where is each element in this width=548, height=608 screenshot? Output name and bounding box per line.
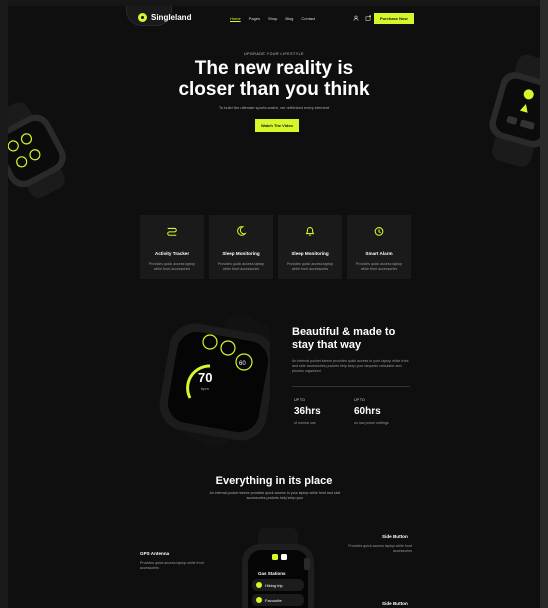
- watch-unit: bpm: [201, 386, 209, 391]
- watch-item-1: Hiking trip: [265, 583, 284, 588]
- feature-card-sleep: Sleep Monitoring Provides quick access l…: [209, 215, 273, 279]
- gps-antenna-desc: Provides quick access laptop while front…: [140, 561, 204, 570]
- feature-desc: Provides quick access laptop while front…: [286, 262, 334, 271]
- side-button-title-2: Side Button: [382, 601, 408, 606]
- nav-item-shop[interactable]: Shop: [268, 16, 277, 21]
- beautiful-title: Beautiful & made to stay that way: [292, 326, 422, 352]
- beautiful-text: An internal pocket sleeve provides quick…: [292, 359, 409, 373]
- feature-desc: Provides quick access laptop while front…: [355, 262, 403, 271]
- logo-text: Singleland: [151, 13, 192, 22]
- window-frame-left: [0, 0, 8, 608]
- feature-card-activity: Activity Tracker Provides quick access l…: [140, 215, 204, 279]
- stat-desc: of normal use: [294, 421, 316, 425]
- window-frame-right: [540, 0, 548, 608]
- alarm-clock-icon: [374, 227, 384, 236]
- feature-title: Sleep Monitoring: [291, 251, 329, 256]
- stat-value: 60hrs: [354, 406, 381, 417]
- smartwatch-image-main: 70 bpm 60: [159, 314, 270, 448]
- feature-desc: Provides quick access laptop while front…: [217, 262, 265, 271]
- header-icons: [353, 15, 371, 21]
- feature-title: Smart Alarm: [365, 251, 393, 256]
- nav-item-pages[interactable]: Pages: [249, 16, 260, 21]
- logo-icon: [138, 13, 147, 22]
- nav-item-contact[interactable]: Contact: [301, 16, 315, 21]
- site-logo[interactable]: Singleland: [138, 13, 191, 22]
- everything-title: Everything in its place: [215, 475, 333, 487]
- nav-item-blog[interactable]: Blog: [285, 16, 293, 21]
- divider: [292, 386, 410, 387]
- side-button-title: Side Button: [382, 534, 408, 539]
- beautiful-title-line-1: Beautiful & made to: [292, 326, 396, 338]
- stat-low-power: UP TO 60hrs on low power settings: [354, 398, 389, 425]
- everything-subtitle: An internal pocket sleeve provides quick…: [209, 491, 341, 500]
- feature-title: Sleep Monitoring: [222, 251, 260, 256]
- stat-label: UP TO: [354, 398, 365, 402]
- smartwatch-image-bottom: Gas Stations Hiking trip Favourite: [242, 528, 314, 608]
- hero-eyebrow: UPGRADE YOUR LIFESTYLE: [243, 52, 305, 56]
- stat-desc: on low power settings: [354, 421, 389, 425]
- side-button-desc: Provides quick access laptop while front…: [348, 544, 412, 553]
- watch-video-button[interactable]: Watch The Video: [255, 119, 300, 132]
- stat-normal-use: UP TO 36hrs of normal use: [294, 398, 321, 425]
- main-nav: Home Pages Shop Blog Contact: [230, 16, 315, 21]
- watch-item-2: Favourite: [265, 598, 282, 603]
- bell-icon: [305, 227, 315, 236]
- nav-item-home[interactable]: Home: [230, 16, 241, 21]
- hero-title-line-2: closer than you think: [178, 79, 370, 100]
- watch-header: Gas Stations: [258, 571, 286, 576]
- watch-small-value: 60: [239, 361, 246, 367]
- hero-subtitle: To build the ultimate sports watch, we r…: [218, 105, 330, 110]
- stat-value: 36hrs: [294, 406, 321, 417]
- moon-icon: [237, 226, 247, 236]
- watch-value: 70: [198, 370, 212, 385]
- feature-card-sleep-2: Sleep Monitoring Provides quick access l…: [278, 215, 342, 279]
- hero-title-line-1: The new reality is: [194, 58, 354, 79]
- purchase-button[interactable]: Purchase Now: [374, 13, 414, 24]
- beautiful-title-line-2: stay that way: [292, 339, 362, 351]
- feature-desc: Provides quick access laptop while front…: [148, 262, 196, 271]
- feature-card-alarm: Smart Alarm Provides quick access laptop…: [347, 215, 411, 279]
- hero-title: The new reality is closer than you think: [8, 58, 540, 100]
- gps-antenna-title: GPS Antenna: [140, 551, 170, 556]
- user-icon[interactable]: [353, 15, 359, 21]
- landing-page: Singleland Home Pages Shop Blog Contact …: [8, 6, 540, 608]
- feature-cards: Activity Tracker Provides quick access l…: [140, 215, 411, 279]
- stat-label: UP TO: [294, 398, 305, 402]
- feature-title: Activity Tracker: [154, 251, 190, 256]
- activity-icon: [167, 227, 177, 236]
- cart-icon[interactable]: [365, 15, 371, 21]
